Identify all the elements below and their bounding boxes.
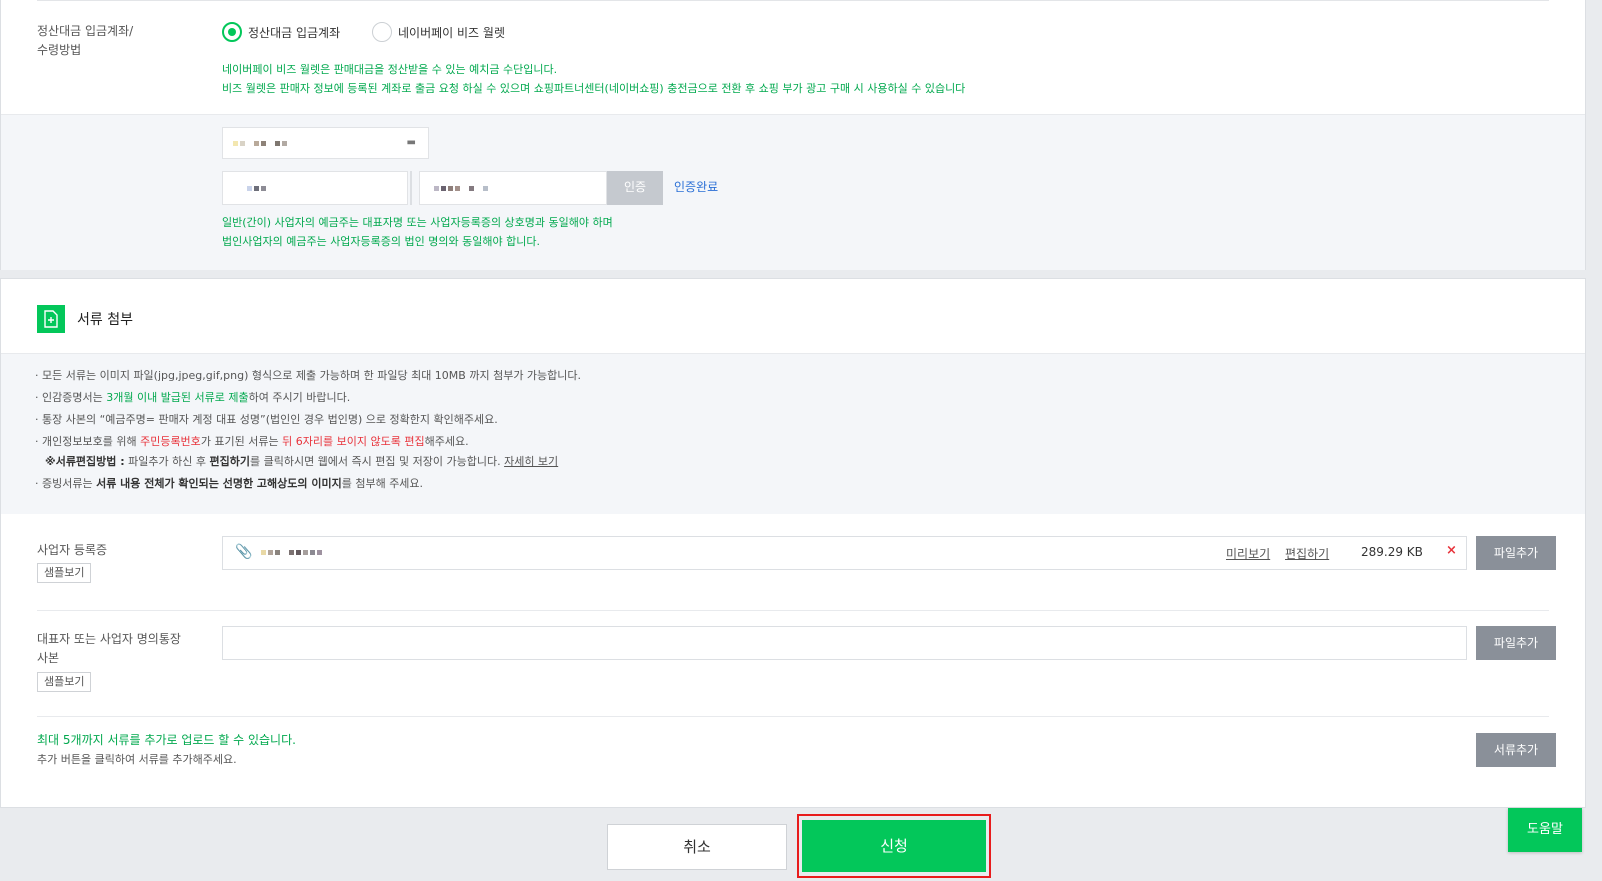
radio-settlement-account-label: 정산대금 입금계좌: [248, 25, 341, 40]
guide-line-edit-method: ※서류편집방법 : 파일추가 하신 후 편집하기를 클릭하시면 웹에서 즉시 편…: [45, 454, 558, 470]
settlement-section: 정산대금 입금계좌/ 수령방법 정산대금 입금계좌 네이버페이 비즈 월렛 네이…: [0, 0, 1586, 270]
account-info-band: ▬ 인증 인증완료 일반(간이) 사업자의 예금주는 대표자명 또는 사업자등록…: [1, 114, 1585, 270]
guide-text: 가 표기된 서류는: [200, 435, 283, 448]
remove-file-icon[interactable]: ×: [1446, 543, 1457, 558]
extra-docs-note-line1: 최대 5개까지 서류를 추가로 업로드 할 수 있습니다.: [37, 733, 296, 747]
guide-text: 파일추가 하신 후: [124, 455, 210, 468]
document-add-icon: [37, 305, 65, 333]
guide-text: 를 첨부해 주세요.: [341, 477, 424, 490]
guide-bold: 편집하기: [209, 455, 250, 468]
row-divider: [37, 716, 1549, 717]
masked-account-number: [434, 186, 488, 191]
add-document-button[interactable]: 서류추가: [1476, 733, 1556, 767]
masked-bank-name: [233, 141, 287, 146]
radio-settlement-account[interactable]: 정산대금 입금계좌: [222, 22, 340, 42]
masked-file-name: [261, 550, 322, 555]
guide-text: 를 클릭하시면 웹에서 즉시 편집 및 저장이 가능합니다.: [249, 455, 505, 468]
bankbook-label-line1: 대표자 또는 사업자 명의통장: [37, 632, 181, 646]
radio-unchecked-icon[interactable]: [372, 22, 392, 42]
verify-button[interactable]: 인증: [607, 171, 663, 205]
guide-bold: ※서류편집방법 :: [45, 455, 125, 468]
bankbook-sample-button[interactable]: 샘플보기: [37, 672, 92, 692]
cancel-button[interactable]: 취소: [607, 824, 787, 870]
radio-biz-wallet[interactable]: 네이버페이 비즈 월렛: [372, 22, 505, 42]
guide-text: 해주세요.: [424, 435, 469, 448]
guide-bold: 서류 내용 전체가 확인되는 선명한 고해상도의 이미지: [96, 477, 342, 490]
paperclip-icon: 📎: [235, 544, 253, 560]
masked-holder-name: [247, 186, 266, 191]
guide-text: · 개인정보보호를 위해: [35, 435, 141, 448]
guide-line-resolution: · 증빙서류는 서류 내용 전체가 확인되는 선명한 고해상도의 이미지를 첨부…: [35, 476, 423, 492]
bankbook-label: 대표자 또는 사업자 명의통장 사본: [37, 630, 181, 668]
documents-guide: · 모든 서류는 이미지 파일(jpg,jpeg,gif,png) 형식으로 제…: [1, 354, 1585, 514]
guide-warning: 주민등록번호: [140, 435, 201, 448]
holder-note-line2: 법인사업자의 예금주는 사업자등록증의 법인 명의와 동일해야 합니다.: [222, 235, 540, 248]
settlement-label: 정산대금 입금계좌/ 수령방법: [37, 22, 133, 60]
documents-title: 서류 첨부: [77, 312, 133, 328]
submit-button[interactable]: 신청: [802, 820, 986, 872]
radio-biz-wallet-label: 네이버페이 비즈 월렛: [398, 25, 505, 40]
guide-text: · 인감증명서는: [35, 391, 107, 404]
extra-docs-note: 최대 5개까지 서류를 추가로 업로드 할 수 있습니다. 추가 버튼을 클릭하…: [37, 731, 296, 769]
preview-link[interactable]: 미리보기: [1226, 545, 1270, 562]
business-reg-add-file-button[interactable]: 파일추가: [1476, 536, 1556, 570]
edit-link[interactable]: 편집하기: [1285, 545, 1329, 562]
guide-warning: 뒤 6자리를 보이지 않도록 편집: [282, 435, 425, 448]
wallet-note-line2: 비즈 월렛은 판매자 정보에 등록된 계좌로 출금 요청 하실 수 있으며 쇼핑…: [222, 82, 966, 95]
holder-note: 일반(간이) 사업자의 예금주는 대표자명 또는 사업자등록증의 상호명과 동일…: [222, 213, 613, 251]
holder-note-line1: 일반(간이) 사업자의 예금주는 대표자명 또는 사업자등록증의 상호명과 동일…: [222, 216, 613, 229]
business-reg-sample-button[interactable]: 샘플보기: [37, 563, 92, 583]
row-divider: [37, 610, 1549, 611]
wallet-note: 네이버페이 비즈 월렛은 판매대금을 정산받을 수 있는 예치금 수단입니다. …: [222, 60, 965, 98]
file-size: 289.29 KB: [1361, 545, 1423, 559]
field-separator: [410, 171, 412, 205]
help-button[interactable]: 도움말: [1508, 808, 1582, 852]
documents-header: 서류 첨부: [1, 279, 1585, 354]
account-holder-field[interactable]: [222, 171, 408, 205]
wallet-note-line1: 네이버페이 비즈 월렛은 판매대금을 정산받을 수 있는 예치금 수단입니다.: [222, 63, 558, 76]
bank-select[interactable]: ▬: [222, 127, 429, 159]
verify-complete-status: 인증완료: [674, 180, 719, 194]
bankbook-add-file-button[interactable]: 파일추가: [1476, 626, 1556, 660]
guide-line-privacy: · 개인정보보호를 위해 주민등록번호가 표기된 서류는 뒤 6자리를 보이지 …: [35, 434, 469, 450]
chevron-down-icon: ▬: [406, 137, 416, 148]
guide-line-seal: · 인감증명서는 3개월 이내 발급된 서류로 제출하여 주시기 바랍니다.: [35, 390, 350, 406]
business-reg-file-box: 📎 미리보기 편집하기 289.29 KB ×: [222, 536, 1467, 570]
guide-highlight: 3개월 이내 발급된 서류로 제출: [106, 391, 249, 404]
radio-checked-icon[interactable]: [222, 22, 242, 42]
settlement-label-line2: 수령방법: [37, 43, 82, 57]
top-divider: [37, 0, 1549, 1]
guide-line-format: · 모든 서류는 이미지 파일(jpg,jpeg,gif,png) 형식으로 제…: [35, 369, 582, 382]
documents-section: 서류 첨부 · 모든 서류는 이미지 파일(jpg,jpeg,gif,png) …: [0, 278, 1586, 808]
settlement-label-line1: 정산대금 입금계좌/: [37, 24, 134, 38]
extra-docs-note-line2: 추가 버튼을 클릭하여 서류를 추가해주세요.: [37, 753, 237, 766]
guide-line-bankbook: · 통장 사본의 “예금주명= 판매자 계정 대표 성명”(법인인 경우 법인명…: [35, 413, 498, 426]
account-number-field[interactable]: [419, 171, 607, 205]
bankbook-file-box[interactable]: [222, 626, 1467, 660]
detail-link[interactable]: 자세히 보기: [504, 455, 558, 468]
business-reg-label: 사업자 등록증: [37, 543, 108, 557]
bankbook-label-line2: 사본: [37, 651, 60, 665]
guide-text: 하여 주시기 바랍니다.: [248, 391, 351, 404]
guide-text: · 증빙서류는: [35, 477, 97, 490]
